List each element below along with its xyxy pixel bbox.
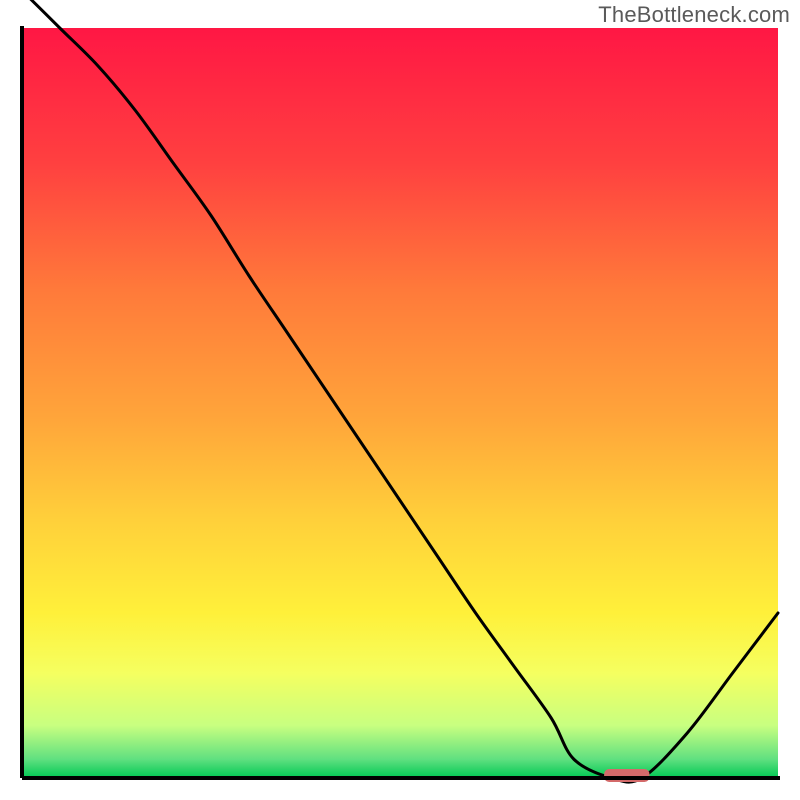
plot-area bbox=[22, 28, 778, 778]
chart-container: TheBottleneck.com bbox=[0, 0, 800, 800]
axes bbox=[22, 28, 778, 778]
watermark-text: TheBottleneck.com bbox=[598, 2, 790, 28]
